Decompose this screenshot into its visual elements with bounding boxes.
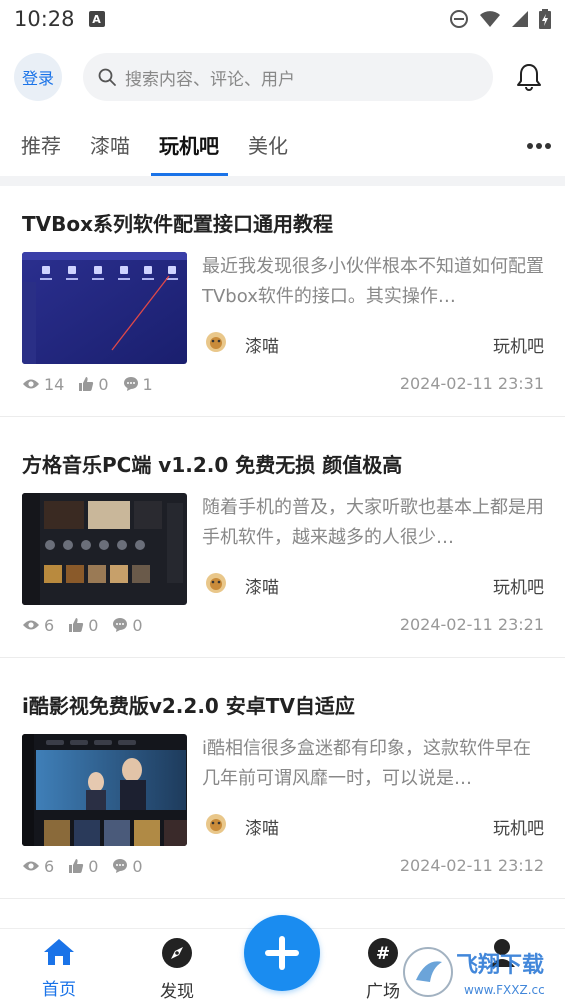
watermark-title: 飞翔下载 (456, 952, 544, 978)
search-input[interactable]: 搜索内容、评论、用户 (83, 53, 493, 101)
status-icons (449, 9, 551, 29)
post-date: 2024-02-11 23:12 (399, 856, 544, 875)
login-button[interactable]: 登录 (14, 53, 62, 101)
views-count: 6 (44, 856, 55, 876)
eye-icon (23, 620, 39, 630)
status-time: 10:28 (14, 7, 75, 31)
plus-icon (265, 936, 299, 970)
create-post-button[interactable] (244, 915, 320, 991)
post-category[interactable]: 玩机吧 (493, 573, 544, 598)
post-item[interactable]: 方格音乐PC端 v1.2.0 免费无损 颜值极高 随着手机的普及，大家听歌也基本… (0, 427, 565, 658)
nav-home[interactable]: 首页 (19, 937, 99, 1000)
views-stat: 6 (22, 857, 54, 876)
author-avatar[interactable] (205, 331, 227, 353)
category-tabs: 推荐 漆喵 玩机吧 美化 (0, 118, 565, 176)
tab-wanjiba[interactable]: 玩机吧 (159, 130, 219, 159)
views-count: 14 (44, 374, 65, 394)
wifi-icon (480, 11, 500, 27)
likes-stat[interactable]: 0 (78, 374, 109, 394)
comments-count: 0 (132, 856, 143, 876)
home-icon (44, 939, 74, 965)
post-title[interactable]: TVBox系列软件配置接口通用教程 (22, 208, 333, 237)
author-name[interactable]: 漆喵 (245, 814, 279, 839)
likes-stat[interactable]: 0 (68, 616, 98, 635)
likes-count: 0 (98, 374, 109, 394)
views-count: 6 (44, 615, 55, 635)
author-name[interactable]: 漆喵 (245, 332, 279, 357)
post-item[interactable]: i酷影视免费版v2.2.0 安卓TV自适应 i酷相信很多盒迷都有印象，这款软件早… (0, 668, 565, 899)
comments-stat[interactable]: 0 (112, 856, 143, 876)
likes-stat[interactable]: 0 (68, 857, 98, 876)
notification-a-icon: A (88, 11, 105, 27)
author-avatar[interactable] (205, 813, 227, 835)
post-date: 2024-02-11 23:31 (399, 374, 544, 393)
author-avatar[interactable] (205, 572, 227, 594)
thumbs-up-icon (69, 618, 84, 632)
post-thumbnail[interactable] (22, 252, 187, 364)
hashtag-icon: # (368, 938, 398, 968)
status-bar: 10:28 A (0, 0, 565, 38)
post-title[interactable]: 方格音乐PC端 v1.2.0 免费无损 颜值极高 (22, 449, 402, 478)
more-icon[interactable] (527, 143, 551, 149)
post-stats: 14 0 1 (22, 372, 167, 396)
compass-icon (162, 938, 192, 968)
post-category[interactable]: 玩机吧 (493, 814, 544, 839)
views-stat: 6 (22, 616, 54, 635)
post-excerpt: 随着手机的普及，大家听歌也基本上都是用手机软件，越来越多的人很少… (202, 497, 544, 548)
nav-home-label: 首页 (42, 980, 76, 1000)
author-name[interactable]: 漆喵 (245, 573, 279, 598)
post-excerpt: 最近我发现很多小伙伴根本不知道如何配置TVbox软件的接口。其实操作… (202, 256, 544, 307)
site-watermark: 飞翔下载 www.FXXZ.cc (403, 947, 545, 997)
tab-qimiao[interactable]: 漆喵 (90, 130, 130, 159)
thumbs-up-icon (69, 859, 84, 873)
search-placeholder: 搜索内容、评论、用户 (125, 69, 295, 90)
post-title[interactable]: i酷影视免费版v2.2.0 安卓TV自适应 (22, 690, 355, 719)
notification-bell-icon[interactable] (514, 62, 544, 92)
battery-icon (539, 9, 551, 29)
eye-icon (23, 861, 39, 871)
post-stats: 6 0 0 (22, 854, 157, 878)
header: 登录 搜索内容、评论、用户 (0, 50, 565, 104)
search-icon (98, 68, 116, 86)
nav-discover-label: 发现 (160, 982, 194, 1002)
signal-icon (512, 11, 528, 27)
comments-count: 0 (132, 615, 143, 635)
comments-stat[interactable]: 0 (112, 615, 143, 635)
section-divider (0, 176, 565, 186)
comments-stat[interactable]: 1 (123, 375, 153, 394)
likes-count: 0 (88, 615, 99, 635)
post-excerpt: i酷相信很多盒迷都有印象，这款软件早在几年前可谓风靡一时，可以说是… (202, 738, 531, 789)
comments-count: 1 (142, 374, 153, 394)
post-category[interactable]: 玩机吧 (493, 332, 544, 357)
watermark-url: www.FXXZ.cc (464, 983, 545, 997)
eye-icon (23, 379, 39, 389)
post-thumbnail[interactable] (22, 493, 187, 605)
thumbs-up-icon (79, 377, 94, 391)
views-stat: 14 (22, 375, 64, 394)
post-date: 2024-02-11 23:21 (399, 615, 544, 634)
tab-meihua[interactable]: 美化 (248, 130, 288, 159)
likes-count: 0 (88, 856, 99, 876)
dnd-icon (450, 10, 468, 28)
post-item[interactable]: TVBox系列软件配置接口通用教程 最近我发现很多小伙伴根本不知道如何配置TVb… (0, 186, 565, 417)
svg-text:#: # (376, 944, 390, 964)
comment-icon (123, 377, 138, 391)
post-stats: 6 0 0 (22, 613, 157, 637)
comment-icon (113, 618, 128, 632)
tab-recommend[interactable]: 推荐 (21, 130, 61, 159)
comment-icon (113, 859, 128, 873)
nav-discover[interactable]: 发现 (137, 937, 217, 1002)
post-thumbnail[interactable] (22, 734, 187, 846)
